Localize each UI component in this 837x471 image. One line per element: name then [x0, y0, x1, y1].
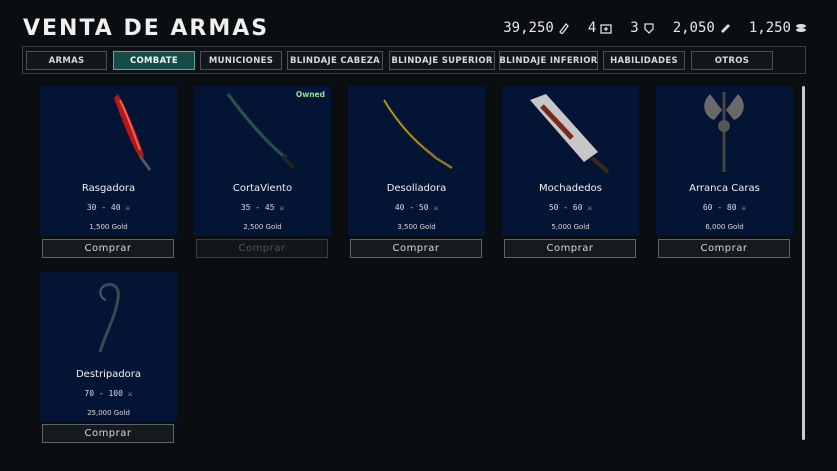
axe-icon [704, 92, 744, 172]
tab-blindaje-inferior[interactable]: BLINDAJE INFERIOR [499, 51, 598, 70]
item-name: Destripadora [75, 369, 142, 380]
red-blade-icon [114, 94, 152, 171]
buy-button-rasgadora[interactable]: Comprar [42, 239, 174, 258]
buy-button-cortaviento[interactable]: Comprar [196, 239, 328, 258]
item-price: 3,500 Gold [397, 223, 436, 231]
item-name: CortaViento [232, 183, 293, 194]
item-price: 1,500 Gold [89, 223, 128, 231]
cleaver-icon [530, 94, 610, 174]
resource-bar: 39,250 4 3 2,050 1,250 [503, 20, 807, 36]
item-price: 2,500 Gold [243, 223, 282, 231]
item-card-arranca-caras: Arranca Caras 60 - 80 ⚔ 6,000 Gold [656, 86, 793, 236]
buy-button-mochadedos[interactable]: Comprar [504, 239, 636, 258]
coins-icon [796, 24, 806, 32]
item-name: Desolladora [386, 183, 447, 194]
armor-count: 3 [630, 20, 639, 36]
category-tabs: ARMAS COMBATE MUNICIONES BLINDAJE CABEZA… [22, 46, 806, 74]
buy-button-desolladora[interactable]: Comprar [350, 239, 482, 258]
item-price: 25,000 Gold [87, 409, 130, 417]
buy-button-destripadora[interactable]: Comprar [42, 424, 174, 443]
item-card-mochadedos: Mochadedos 50 - 60 ⚔ 5,000 Gold [502, 86, 639, 236]
item-damage: 40 - 50 ⚔ [394, 203, 439, 212]
scrollbar[interactable] [802, 86, 805, 440]
bullet-icon [558, 23, 569, 34]
item-name: Mochadedos [539, 183, 602, 194]
item-card-destripadora: Destripadora 70 - 100 ⚔ 25,000 Gold [40, 272, 177, 422]
item-name: Rasgadora [81, 183, 136, 194]
medkit-count: 4 [587, 20, 597, 36]
coins-stat: 1,250 [749, 20, 807, 36]
golden-sword-icon [382, 98, 453, 170]
ammo-stat: 39,250 [503, 20, 570, 36]
item-card-desolladora: Desolladora 40 - 50 ⚔ 3,500 Gold [348, 86, 485, 236]
tab-blindaje-cabeza[interactable]: BLINDAJE CABEZA [287, 51, 383, 70]
item-damage: 60 - 80 ⚔ [702, 203, 747, 212]
item-damage: 50 - 60 ⚔ [548, 203, 593, 212]
coins-count: 1,250 [748, 20, 791, 36]
item-damage: 30 - 40 ⚔ [86, 203, 131, 212]
tab-municiones[interactable]: MUNICIONES [200, 51, 282, 70]
scrap-icon [720, 24, 730, 33]
armor-stat: 3 [630, 20, 654, 36]
item-name: Arranca Caras [689, 183, 760, 194]
scrap-count: 2,050 [672, 20, 715, 36]
tab-armas[interactable]: ARMAS [26, 51, 107, 70]
item-damage: 70 - 100 ⚔ [84, 389, 133, 398]
scrap-stat: 2,050 [673, 20, 731, 36]
page-title: VENTA DE ARMAS [23, 16, 270, 41]
item-price: 6,000 Gold [705, 223, 744, 231]
item-price: 5,000 Gold [551, 223, 590, 231]
scythe-icon [98, 283, 120, 353]
buy-button-arranca-caras[interactable]: Comprar [658, 239, 790, 258]
ammo-count: 39,250 [503, 20, 554, 36]
item-card-rasgadora: Rasgadora 30 - 40 ⚔ 1,500 Gold [40, 86, 177, 236]
tab-combate[interactable]: COMBATE [113, 51, 195, 70]
katana-icon [226, 92, 296, 170]
tab-habilidades[interactable]: HABILIDADES [603, 51, 685, 70]
tab-blindaje-superior[interactable]: BLINDAJE SUPERIOR [389, 51, 495, 70]
owned-badge: Owned [295, 90, 325, 99]
tab-otros[interactable]: OTROS [691, 51, 773, 70]
item-card-cortaviento: Owned CortaViento 35 - 45 ⚔ 2,500 Gold [194, 86, 331, 236]
medkit-stat: 4 [588, 20, 612, 36]
medkit-icon [600, 24, 612, 34]
armor-icon [644, 23, 654, 34]
item-damage: 35 - 45 ⚔ [240, 203, 285, 212]
